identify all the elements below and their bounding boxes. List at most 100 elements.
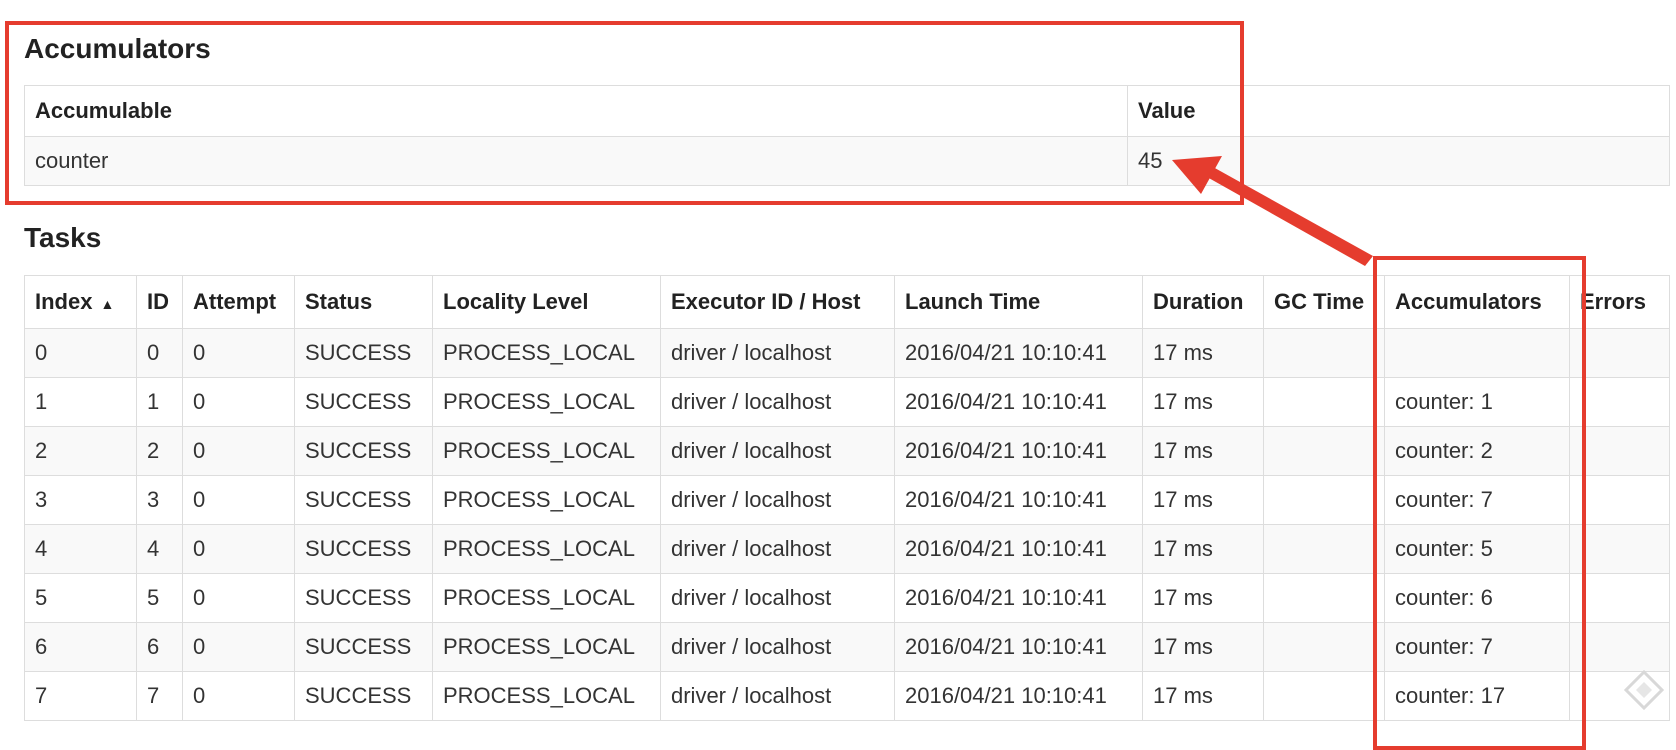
- table-row: 4 4 0 SUCCESS PROCESS_LOCAL driver / localhos…: [24, 524, 1670, 574]
- task-launch-time: 2016/04/21 10:10:41: [894, 475, 1143, 525]
- task-index: 1: [24, 377, 137, 427]
- column-header-gc-time[interactable]: GC Time: [1263, 275, 1385, 329]
- accumulators-table: Accumulable Value counter 45: [24, 85, 1670, 186]
- task-id: 0: [136, 328, 183, 378]
- task-id: 6: [136, 622, 183, 672]
- task-status: SUCCESS: [294, 524, 433, 574]
- table-row: 3 3 0 SUCCESS PROCESS_LOCAL driver / localhos…: [24, 475, 1670, 525]
- task-locality: PROCESS_LOCAL: [432, 573, 661, 623]
- task-locality: PROCESS_LOCAL: [432, 377, 661, 427]
- diamond-logo-icon: [1624, 670, 1664, 710]
- column-header-duration[interactable]: Duration: [1142, 275, 1264, 329]
- task-executor-host: driver / localhost: [660, 377, 895, 427]
- task-accumulators: counter: 17: [1384, 671, 1570, 721]
- task-gc-time: [1263, 475, 1385, 525]
- task-errors: [1569, 573, 1670, 623]
- task-locality: PROCESS_LOCAL: [432, 475, 661, 525]
- task-accumulators: counter: 7: [1384, 622, 1570, 672]
- task-attempt: 0: [182, 573, 295, 623]
- task-gc-time: [1263, 622, 1385, 672]
- task-errors: [1569, 622, 1670, 672]
- task-executor-host: driver / localhost: [660, 573, 895, 623]
- task-accumulators: counter: 5: [1384, 524, 1570, 574]
- accumulators-header-row: Accumulable Value: [24, 85, 1670, 137]
- column-header-errors[interactable]: Errors: [1569, 275, 1670, 329]
- column-header-status[interactable]: Status: [294, 275, 433, 329]
- task-gc-time: [1263, 671, 1385, 721]
- task-gc-time: [1263, 377, 1385, 427]
- task-accumulators: counter: 1: [1384, 377, 1570, 427]
- task-status: SUCCESS: [294, 426, 433, 476]
- task-accumulators: counter: 7: [1384, 475, 1570, 525]
- task-status: SUCCESS: [294, 622, 433, 672]
- tasks-table-body: 0 0 0 SUCCESS PROCESS_LOCAL driver / localhos…: [24, 328, 1670, 721]
- task-id: 1: [136, 377, 183, 427]
- task-status: SUCCESS: [294, 671, 433, 721]
- task-index: 7: [24, 671, 137, 721]
- task-launch-time: 2016/04/21 10:10:41: [894, 671, 1143, 721]
- task-attempt: 0: [182, 426, 295, 476]
- task-id: 2: [136, 426, 183, 476]
- task-executor-host: driver / localhost: [660, 622, 895, 672]
- task-gc-time: [1263, 524, 1385, 574]
- tasks-table: Index ▲ ID Attempt Status Locality Level …: [24, 275, 1670, 721]
- task-duration: 17 ms: [1142, 622, 1264, 672]
- column-header-locality-level[interactable]: Locality Level: [432, 275, 661, 329]
- table-row: counter 45: [24, 136, 1670, 186]
- task-executor-host: driver / localhost: [660, 524, 895, 574]
- table-row: 1 1 0 SUCCESS PROCESS_LOCAL driver / localhos…: [24, 377, 1670, 427]
- task-locality: PROCESS_LOCAL: [432, 426, 661, 476]
- task-errors: [1569, 328, 1670, 378]
- table-row: 6 6 0 SUCCESS PROCESS_LOCAL driver / localhos…: [24, 622, 1670, 672]
- column-header-index[interactable]: Index ▲: [24, 275, 137, 329]
- task-locality: PROCESS_LOCAL: [432, 524, 661, 574]
- column-header-executor-host[interactable]: Executor ID / Host: [660, 275, 895, 329]
- task-gc-time: [1263, 328, 1385, 378]
- column-header-accumulable[interactable]: Accumulable: [24, 85, 1128, 137]
- task-executor-host: driver / localhost: [660, 671, 895, 721]
- task-attempt: 0: [182, 377, 295, 427]
- task-executor-host: driver / localhost: [660, 475, 895, 525]
- task-accumulators: counter: 2: [1384, 426, 1570, 476]
- column-header-accumulators[interactable]: Accumulators: [1384, 275, 1570, 329]
- task-attempt: 0: [182, 671, 295, 721]
- table-row: 5 5 0 SUCCESS PROCESS_LOCAL driver / localhos…: [24, 573, 1670, 623]
- task-id: 5: [136, 573, 183, 623]
- sort-ascending-icon[interactable]: ▲: [100, 296, 114, 312]
- task-launch-time: 2016/04/21 10:10:41: [894, 328, 1143, 378]
- task-executor-host: driver / localhost: [660, 328, 895, 378]
- table-row: 2 2 0 SUCCESS PROCESS_LOCAL driver / localhos…: [24, 426, 1670, 476]
- task-launch-time: 2016/04/21 10:10:41: [894, 377, 1143, 427]
- task-id: 7: [136, 671, 183, 721]
- task-status: SUCCESS: [294, 377, 433, 427]
- task-duration: 17 ms: [1142, 524, 1264, 574]
- task-attempt: 0: [182, 622, 295, 672]
- task-locality: PROCESS_LOCAL: [432, 328, 661, 378]
- task-duration: 17 ms: [1142, 671, 1264, 721]
- task-locality: PROCESS_LOCAL: [432, 622, 661, 672]
- task-status: SUCCESS: [294, 328, 433, 378]
- task-duration: 17 ms: [1142, 328, 1264, 378]
- tasks-header-row: Index ▲ ID Attempt Status Locality Level …: [24, 275, 1670, 329]
- task-index: 2: [24, 426, 137, 476]
- task-attempt: 0: [182, 524, 295, 574]
- task-index: 3: [24, 475, 137, 525]
- accumulators-heading: Accumulators: [24, 33, 211, 64]
- task-launch-time: 2016/04/21 10:10:41: [894, 524, 1143, 574]
- task-launch-time: 2016/04/21 10:10:41: [894, 622, 1143, 672]
- column-header-value[interactable]: Value: [1127, 85, 1670, 137]
- task-launch-time: 2016/04/21 10:10:41: [894, 573, 1143, 623]
- accumulable-name: counter: [24, 136, 1128, 186]
- task-index: 6: [24, 622, 137, 672]
- table-row: 0 0 0 SUCCESS PROCESS_LOCAL driver / localhos…: [24, 328, 1670, 378]
- task-accumulators: counter: 6: [1384, 573, 1570, 623]
- task-duration: 17 ms: [1142, 426, 1264, 476]
- task-index: 5: [24, 573, 137, 623]
- task-status: SUCCESS: [294, 475, 433, 525]
- task-errors: [1569, 475, 1670, 525]
- column-header-launch-time[interactable]: Launch Time: [894, 275, 1143, 329]
- table-row: 7 7 0 SUCCESS PROCESS_LOCAL driver / localhos…: [24, 671, 1670, 721]
- column-header-id[interactable]: ID: [136, 275, 183, 329]
- column-header-label: Index: [35, 289, 93, 314]
- column-header-attempt[interactable]: Attempt: [182, 275, 295, 329]
